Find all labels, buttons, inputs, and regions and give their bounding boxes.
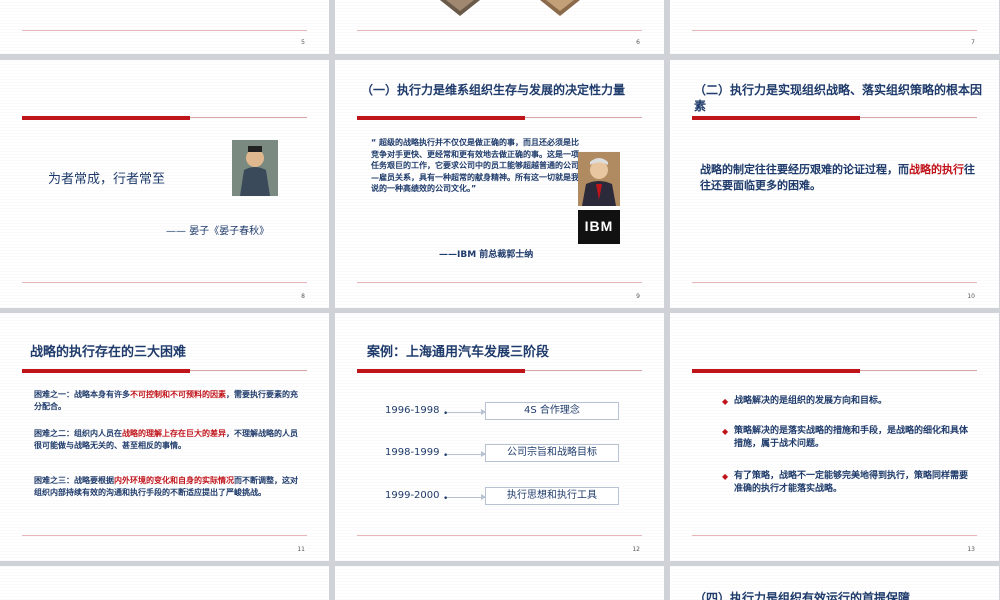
diamond-bullet-icon: ◆ bbox=[722, 472, 729, 481]
timeline-box: 4S 合作理念 bbox=[485, 402, 619, 420]
slide-11[interactable]: 战略的执行存在的三大困难 困难之一：战略本身有许多不可控制和不可预料的因素，需要… bbox=[0, 313, 329, 561]
timeline-year: 1996-1998 bbox=[385, 405, 440, 416]
footer-line bbox=[692, 282, 977, 283]
page-number: 8 bbox=[301, 293, 305, 300]
title-accent-bar bbox=[357, 369, 525, 373]
slide-15[interactable] bbox=[335, 566, 664, 600]
timeline-box: 公司宗旨和战略目标 bbox=[485, 444, 619, 462]
arrow-icon bbox=[447, 451, 486, 457]
ibm-logo: IBM bbox=[578, 210, 620, 244]
timeline-row: 1999-2000 • 执行思想和执行工具 bbox=[385, 487, 620, 507]
footer-line bbox=[22, 282, 307, 283]
title-divider bbox=[525, 117, 642, 118]
diamond-bullet-icon: ◆ bbox=[722, 427, 729, 436]
title-divider bbox=[190, 370, 307, 371]
quote-attribution: ——IBM 前总裁郭士纳 bbox=[439, 250, 534, 260]
page-number: 6 bbox=[636, 39, 640, 46]
bullet-item: ◆ 战略解决的是组织的发展方向和目标。 bbox=[722, 396, 888, 406]
slide-body: 战略的制定往往要经历艰难的论证过程，而战略的执行往往还要面临更多的困难。 bbox=[700, 163, 975, 192]
footer-line bbox=[357, 282, 642, 283]
slide-9[interactable]: （一）执行力是维系组织生存与发展的决定性力量 “ 超级的战略执行并不仅仅是做正确… bbox=[335, 60, 664, 308]
timeline-dot: • bbox=[443, 451, 449, 461]
footer-line bbox=[692, 30, 977, 31]
title-divider bbox=[525, 370, 642, 371]
difficulty-1: 困难之一：战略本身有许多不可控制和不可预料的因素，需要执行要素的充分配合。 bbox=[34, 390, 298, 411]
quote-text: “ 超级的战略执行并不仅仅是做正确的事，而且还必须是比竞争对手更快、更经常和更有… bbox=[371, 138, 580, 193]
title-divider bbox=[190, 117, 307, 118]
timeline-row: 1998-1999 • 公司宗旨和战略目标 bbox=[385, 444, 620, 464]
title-accent-bar bbox=[22, 116, 190, 120]
slide-title: 战略的执行存在的三大困难 bbox=[30, 345, 187, 360]
slide-7[interactable]: 7 bbox=[670, 0, 999, 54]
difficulty-3: 困难之三：战略要根据内外环境的变化和自身的实际情况而不断调整，这对组织内部持续有… bbox=[34, 476, 298, 497]
slide-6[interactable]: 6 bbox=[335, 0, 664, 54]
page-number: 12 bbox=[632, 546, 640, 553]
page-number: 10 bbox=[967, 293, 975, 300]
title-divider bbox=[860, 370, 977, 371]
slide-16[interactable]: （四）执行力是组织有效运行的首提保障 bbox=[670, 566, 999, 600]
slide-title: 案例：上海通用汽车发展三阶段 bbox=[367, 345, 550, 360]
page-number: 11 bbox=[297, 546, 305, 553]
slide-13[interactable]: ◆ 战略解决的是组织的发展方向和目标。 ◆ 策略解决的是落实战略的措施和手段，是… bbox=[670, 313, 999, 561]
timeline-dot: • bbox=[443, 409, 449, 419]
title-accent-bar bbox=[692, 369, 860, 373]
arrow-icon bbox=[447, 409, 486, 415]
timeline-dot: • bbox=[443, 494, 449, 504]
executive-photo bbox=[578, 152, 620, 206]
quote-attribution: —— 晏子《晏子春秋》 bbox=[166, 226, 270, 237]
slide-title: （四）执行力是组织有效运行的首提保障 bbox=[694, 591, 911, 600]
diamond-bullet-icon: ◆ bbox=[722, 397, 729, 406]
title-accent-bar bbox=[22, 369, 190, 373]
timeline-year: 1998-1999 bbox=[385, 447, 440, 458]
timeline-year: 1999-2000 bbox=[385, 490, 440, 501]
quote-text: 为者常成，行者常至 bbox=[48, 172, 166, 187]
footer-line bbox=[22, 30, 307, 31]
bullet-item: ◆ 策略解决的是落实战略的措施和手段，是战略的细化和具体措施，属于战术问题。 bbox=[722, 426, 969, 449]
slide-title: （一）执行力是维系组织生存与发展的决定性力量 bbox=[361, 83, 626, 97]
diamond-image-left bbox=[440, 0, 480, 16]
difficulty-2: 困难之二：组织内人员在战略的理解上存在巨大的差异，不理解战略的人员很可能做与战略… bbox=[34, 429, 298, 450]
slide-8[interactable]: 为者常成，行者常至 —— 晏子《晏子春秋》 8 bbox=[0, 60, 329, 308]
footer-line bbox=[22, 535, 307, 536]
diamond-image-right bbox=[540, 0, 580, 16]
slide-10[interactable]: （二）执行力是实现组织战略、落实组织策略的根本因素 战略的制定往往要经历艰难的论… bbox=[670, 60, 999, 308]
page-number: 9 bbox=[636, 293, 640, 300]
page-number: 5 bbox=[301, 39, 305, 46]
title-accent-bar bbox=[357, 116, 525, 120]
arrow-icon bbox=[447, 494, 486, 500]
timeline-box: 执行思想和执行工具 bbox=[485, 487, 619, 505]
footer-line bbox=[692, 535, 977, 536]
slide-5[interactable]: 5 bbox=[0, 0, 329, 54]
footer-line bbox=[357, 535, 642, 536]
footer-line bbox=[357, 30, 642, 31]
title-divider bbox=[860, 117, 977, 118]
slide-14[interactable] bbox=[0, 566, 329, 600]
slide-title: （二）执行力是实现组织战略、落实组织策略的根本因素 bbox=[694, 83, 983, 113]
timeline-row: 1996-1998 • 4S 合作理念 bbox=[385, 402, 620, 422]
page-number: 7 bbox=[971, 39, 975, 46]
bullet-item: ◆ 有了策略，战略不一定能够完美地得到执行，策略同样需要准确的执行才能落实战略。 bbox=[722, 471, 969, 494]
page-number: 13 bbox=[967, 546, 975, 553]
title-accent-bar bbox=[692, 116, 860, 120]
slide-12[interactable]: 案例：上海通用汽车发展三阶段 1996-1998 • 4S 合作理念 1998-… bbox=[335, 313, 664, 561]
portrait-image bbox=[232, 140, 278, 196]
